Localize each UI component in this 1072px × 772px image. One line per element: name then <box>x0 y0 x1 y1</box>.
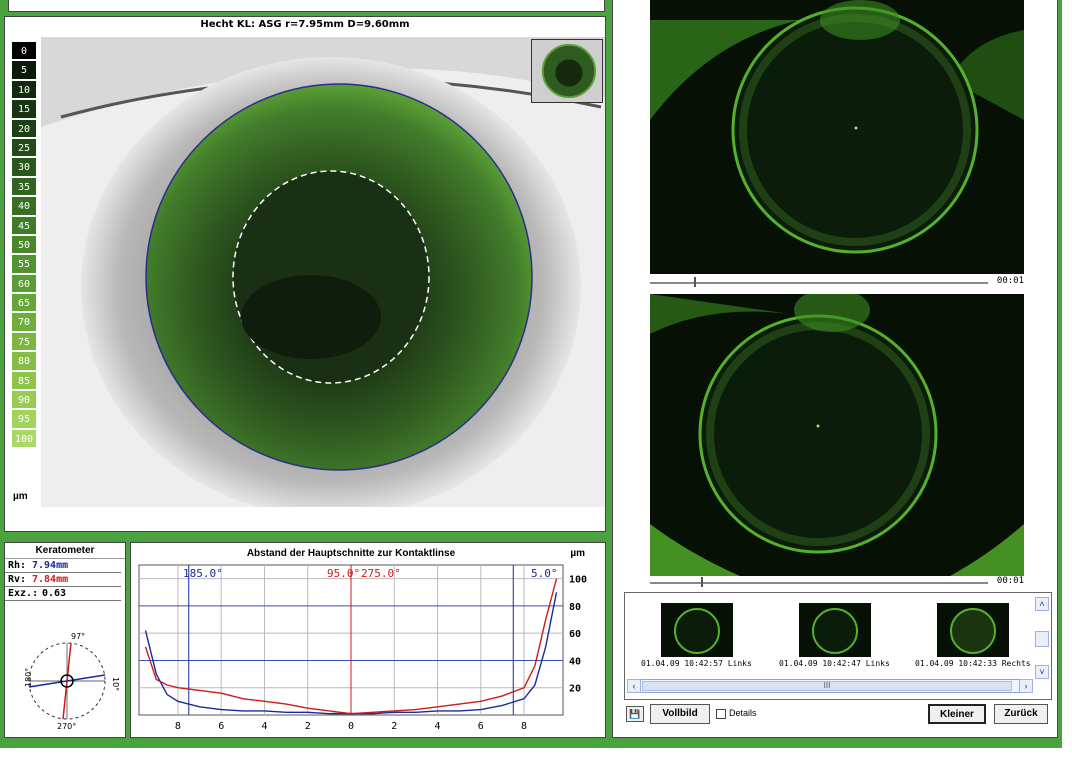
angle-bottom-label: 270° <box>57 722 76 731</box>
keratometer-title: Keratometer <box>5 543 125 559</box>
scroll-up-icon[interactable]: ˄ <box>1035 597 1049 611</box>
exz-label: Exz.: <box>8 588 39 599</box>
scale-cell: 5 <box>11 60 37 80</box>
fluorescein-topography-image[interactable] <box>41 37 605 507</box>
top-strip <box>8 0 605 12</box>
scale-cell: 40 <box>11 196 37 216</box>
gallery-thumbnail[interactable] <box>799 603 871 657</box>
topography-title: Hecht KL: ASG r=7.95mm D=9.60mm <box>200 19 410 30</box>
y-tick-label: 80 <box>569 602 581 613</box>
x-tick-label: 6 <box>478 721 484 732</box>
video-frame-top[interactable] <box>650 0 1024 274</box>
meridian-label: 5.0° <box>531 567 558 580</box>
details-checkbox[interactable]: Details <box>716 708 757 719</box>
video-seekbar-top[interactable]: 00:01 <box>650 276 1024 290</box>
scale-cell: 20 <box>11 118 37 138</box>
scale-cell: 60 <box>11 273 37 294</box>
keratometer-panel: Keratometer Rh: 7.94mm Rv: 7.84mm Exz.: … <box>4 542 126 738</box>
scroll-left-icon[interactable]: ‹ <box>627 679 641 693</box>
x-tick-label: 0 <box>348 721 354 732</box>
seek-track <box>650 282 988 284</box>
y-tick-label: 60 <box>569 629 581 640</box>
meridian-label: 95.0° <box>327 567 360 580</box>
checkbox-box[interactable] <box>716 708 726 719</box>
scroll-thumb[interactable]: III <box>642 681 1012 691</box>
scale-cell: 80 <box>11 351 37 371</box>
chart-unit: µm <box>570 548 585 559</box>
x-tick-label: 4 <box>261 721 267 732</box>
chart-title: Abstand der Hauptschnitte zur Kontaktlin… <box>246 548 456 559</box>
scale-cell: 95 <box>11 409 37 429</box>
scale-unit: µm <box>13 491 28 502</box>
rh-value: 7.94mm <box>32 560 69 571</box>
rv-label: Rv: <box>8 574 27 585</box>
video-seekbar-bottom[interactable]: 00:01 <box>650 576 1024 590</box>
rh-row: Rh: 7.94mm <box>5 559 121 573</box>
gallery-caption: 01.04.09 10:42:33 Rechts <box>915 659 1031 668</box>
scale-cell: 10 <box>11 79 37 100</box>
scale-cell: 50 <box>11 234 37 255</box>
gallery-caption: 01.04.09 10:42:57 Links <box>641 659 752 668</box>
color-scale: 0 5 10 15 20 25 30 35 40 45 50 55 60 65 70 75 80 85 90 95 10… <box>11 41 37 449</box>
rh-label: Rh: <box>8 560 27 571</box>
seek-thumb[interactable] <box>700 577 703 587</box>
angle-right-label: 10° <box>111 677 120 691</box>
zurueck-button[interactable]: Zurück <box>994 704 1048 724</box>
gallery-hscrollbar[interactable]: III <box>627 679 1027 693</box>
scale-cell: 75 <box>11 331 37 352</box>
scale-cell: 90 <box>11 390 37 410</box>
scale-cell: 30 <box>11 157 37 177</box>
profile-chart: 185.0° 95.0° 275.0° 5.0° 864202468 20406080… <box>138 564 587 732</box>
chart-x-ticks: 8 6 4 2 0 2 4 6 8 <box>175 721 527 732</box>
x-tick-label: 2 <box>305 721 311 732</box>
y-tick-label: 20 <box>569 684 581 695</box>
x-tick-label: 8 <box>175 721 181 732</box>
exz-value: 0.63 <box>42 588 67 599</box>
x-tick-label: 2 <box>391 721 397 732</box>
scale-cell: 55 <box>11 254 37 274</box>
overview-thumbnail[interactable] <box>531 39 603 103</box>
meridian-label: 275.0° <box>361 567 401 580</box>
gallery-thumbnail[interactable] <box>937 603 1009 657</box>
scale-cell: 100 <box>11 428 37 449</box>
angle-top-label: 97° <box>71 632 85 641</box>
x-tick-label: 4 <box>435 721 441 732</box>
gallery-caption: 01.04.09 10:42:47 Links <box>779 659 890 668</box>
video-time: 00:01 <box>996 576 1024 586</box>
scale-cell: 45 <box>11 215 37 235</box>
scale-cell: 25 <box>11 137 37 158</box>
y-tick-label: 100 <box>569 575 587 586</box>
scale-cell: 0 <box>11 41 37 61</box>
rv-row: Rv: 7.84mm <box>5 573 121 587</box>
chart-y-ticks: 20 40 60 80 100 <box>569 575 587 695</box>
meridian-crosshair: 97° 270° 180° 10° <box>24 632 120 731</box>
x-tick-label: 8 <box>521 721 527 732</box>
save-button[interactable]: 💾 <box>626 706 644 722</box>
vollbild-button[interactable]: Vollbild <box>650 704 710 724</box>
seek-thumb[interactable] <box>693 277 696 287</box>
kleiner-button[interactable]: Kleiner <box>928 704 986 724</box>
scale-cell: 35 <box>11 176 37 197</box>
profile-chart-panel: 185.0° 95.0° 275.0° 5.0° 864202468 20 40 60 80… <box>130 542 606 738</box>
gallery-thumbnail[interactable] <box>661 603 733 657</box>
image-gallery: 01.04.09 10:42:57 Links 01.04.09 10:42:4… <box>624 592 1052 700</box>
exz-row: Exz.: 0.63 <box>5 587 121 601</box>
y-tick-label: 40 <box>569 656 581 667</box>
video-time: 00:01 <box>996 276 1024 286</box>
angle-left-label: 180° <box>24 668 33 687</box>
scale-cell: 15 <box>11 99 37 119</box>
topography-panel: Hecht KL: ASG r=7.95mm D=9.60mm 0 5 10 15 20… <box>4 16 606 532</box>
x-tick-label: 6 <box>218 721 224 732</box>
scale-cell: 65 <box>11 293 37 313</box>
rv-value: 7.84mm <box>32 574 69 585</box>
scale-cell: 85 <box>11 370 37 391</box>
details-label: Details <box>729 708 757 718</box>
video-frame-bottom[interactable] <box>650 294 1024 576</box>
scroll-down-icon[interactable]: ˅ <box>1035 665 1049 679</box>
scale-cell: 70 <box>11 312 37 332</box>
scroll-right-icon[interactable]: › <box>1019 679 1033 693</box>
vscroll-thumb[interactable] <box>1035 631 1049 647</box>
